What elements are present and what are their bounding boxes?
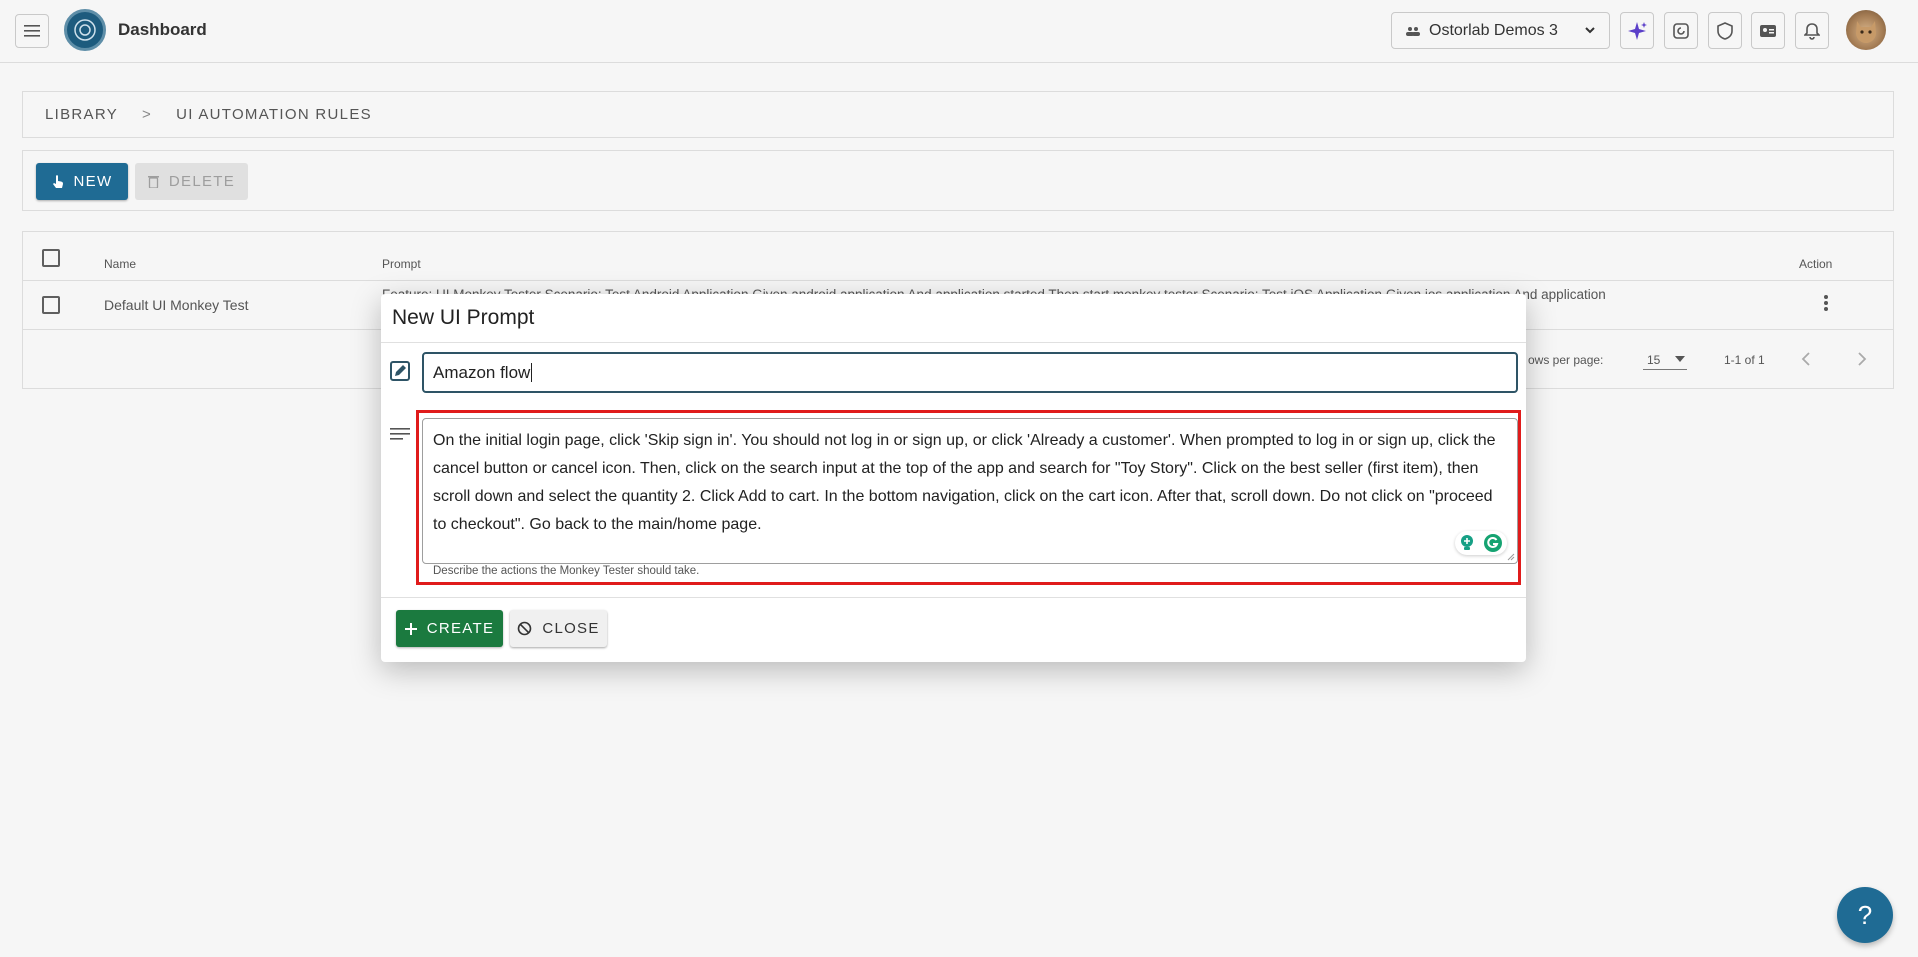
trash-icon bbox=[147, 176, 159, 188]
breadcrumb-separator: > bbox=[142, 106, 153, 123]
rows-per-page-value: 15 bbox=[1647, 353, 1661, 367]
block-icon bbox=[518, 621, 532, 636]
organization-name: Ostorlab Demos 3 bbox=[1429, 21, 1558, 39]
prompt-name-input[interactable]: Amazon flow bbox=[422, 352, 1518, 393]
dropdown-arrow-icon bbox=[1675, 356, 1685, 362]
organization-select[interactable]: Ostorlab Demos 3 bbox=[1391, 12, 1610, 49]
new-button[interactable]: NEW bbox=[36, 163, 128, 200]
create-button[interactable]: CREATE bbox=[396, 610, 503, 647]
edit-note-icon bbox=[390, 361, 410, 385]
lightbulb-icon bbox=[1461, 535, 1473, 550]
header-divider bbox=[23, 280, 1893, 281]
delete-button-label: DELETE bbox=[168, 173, 236, 190]
plus-icon bbox=[404, 622, 417, 635]
ostorlab-logo[interactable] bbox=[64, 9, 106, 51]
rows-per-page-label: ows per page: bbox=[1528, 353, 1604, 367]
dialog-title: New UI Prompt bbox=[392, 306, 535, 329]
prompt-textarea[interactable]: On the initial login page, click 'Skip s… bbox=[422, 418, 1518, 564]
previous-page-icon[interactable] bbox=[1801, 351, 1811, 370]
prompt-name-value: Amazon flow bbox=[433, 362, 531, 382]
contact-card-icon[interactable] bbox=[1751, 12, 1785, 49]
menu-icon[interactable] bbox=[15, 14, 49, 48]
grammarly-icon bbox=[1484, 534, 1502, 552]
sparkle-icon[interactable] bbox=[1620, 12, 1654, 49]
column-header-prompt[interactable]: Prompt bbox=[382, 257, 421, 271]
breadcrumb-ui-automation-rules[interactable]: UI AUTOMATION RULES bbox=[176, 106, 372, 123]
close-button-label: CLOSE bbox=[542, 620, 600, 637]
row-checkbox[interactable] bbox=[42, 296, 60, 314]
column-header-name[interactable]: Name bbox=[104, 257, 136, 271]
pagination-range: 1-1 of 1 bbox=[1724, 353, 1765, 367]
bell-icon[interactable] bbox=[1795, 12, 1829, 49]
app-title: Dashboard bbox=[118, 20, 207, 39]
user-avatar[interactable] bbox=[1846, 10, 1886, 50]
help-icon: ? bbox=[1857, 899, 1873, 930]
close-button[interactable]: CLOSE bbox=[510, 610, 607, 647]
new-ui-prompt-dialog: New UI Prompt Amazon flow On the initial… bbox=[381, 294, 1526, 662]
actions-divider bbox=[381, 597, 1526, 598]
create-button-label: CREATE bbox=[426, 620, 495, 637]
touch-icon bbox=[52, 175, 63, 188]
group-icon bbox=[1406, 26, 1420, 36]
breadcrumb: LIBRARY > UI AUTOMATION RULES bbox=[22, 91, 1894, 138]
scan-refresh-icon[interactable] bbox=[1664, 12, 1698, 49]
title-divider bbox=[381, 342, 1526, 343]
shield-icon[interactable] bbox=[1708, 12, 1742, 49]
rows-per-page-select[interactable]: 15 bbox=[1643, 348, 1687, 370]
toolbar: NEW DELETE bbox=[22, 150, 1894, 211]
next-page-icon[interactable] bbox=[1857, 351, 1867, 370]
prompt-text: On the initial login page, click 'Skip s… bbox=[433, 432, 1496, 533]
row-name: Default UI Monkey Test bbox=[104, 297, 249, 313]
help-button[interactable]: ? bbox=[1837, 887, 1893, 943]
column-header-action: Action bbox=[1799, 257, 1833, 271]
prompt-helper-text: Describe the actions the Monkey Tester s… bbox=[433, 565, 700, 577]
select-all-checkbox[interactable] bbox=[42, 249, 60, 267]
more-vert-icon[interactable] bbox=[1823, 294, 1829, 316]
new-button-label: NEW bbox=[73, 173, 113, 190]
chevron-down-icon bbox=[1585, 27, 1595, 34]
breadcrumb-library[interactable]: LIBRARY bbox=[45, 106, 118, 123]
notes-lines-icon bbox=[390, 427, 410, 446]
text-caret bbox=[531, 363, 533, 382]
grammar-assistant[interactable] bbox=[1455, 531, 1507, 555]
delete-button[interactable]: DELETE bbox=[135, 163, 248, 200]
resize-handle-icon[interactable] bbox=[1507, 553, 1515, 561]
top-bar: Dashboard Ostorlab Demos 3 bbox=[0, 0, 1918, 63]
